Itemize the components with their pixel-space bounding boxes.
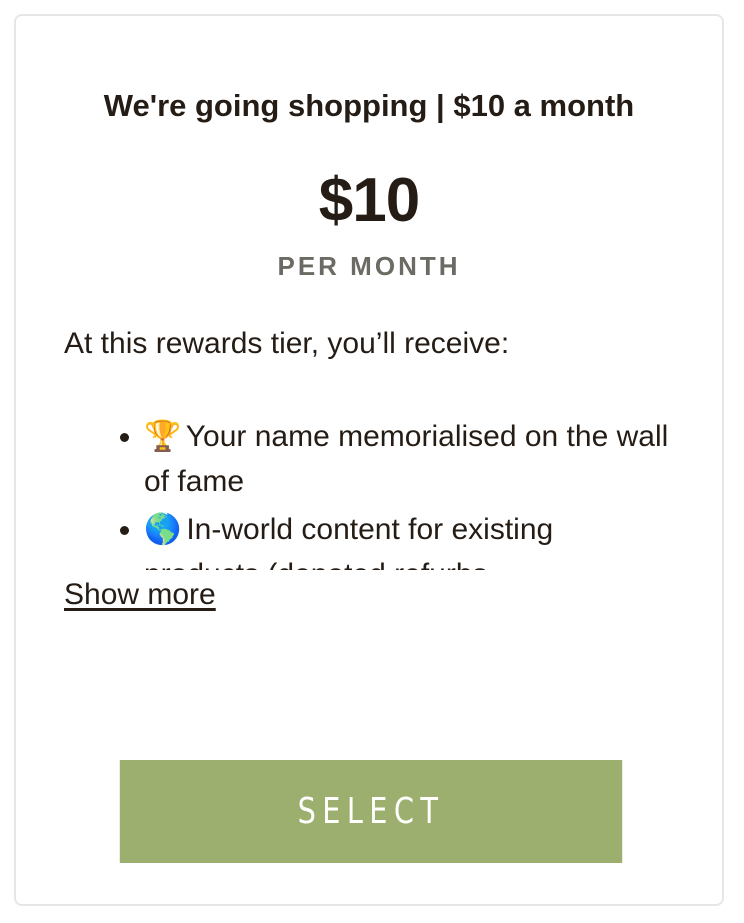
rewards-intro: At this rewards tier, you’ll receive: bbox=[64, 327, 510, 360]
trophy-icon: 🏆 bbox=[144, 420, 182, 453]
tier-title: We're going shopping | $10 a month bbox=[103, 88, 635, 123]
show-more-link[interactable]: Show more bbox=[64, 576, 216, 614]
rewards-list-container: 🏆 Your name memorialised on the wall of … bbox=[64, 414, 674, 570]
reward-tier-card: We're going shopping | $10 a month $10 P… bbox=[14, 14, 724, 906]
select-button[interactable]: SELECT bbox=[119, 760, 623, 863]
reward-item: 🌎 In-world content for existing products… bbox=[144, 507, 674, 570]
globe-icon: 🌎 bbox=[144, 513, 182, 546]
tier-price: $10 bbox=[318, 166, 420, 235]
tier-period: PER MONTH bbox=[277, 251, 461, 281]
reward-text: In-world content for existing products (… bbox=[144, 513, 554, 570]
rewards-list: 🏆 Your name memorialised on the wall of … bbox=[64, 414, 674, 570]
reward-text: Your name memorialised on the wall of fa… bbox=[144, 420, 669, 498]
reward-item: 🏆 Your name memorialised on the wall of … bbox=[144, 414, 674, 504]
